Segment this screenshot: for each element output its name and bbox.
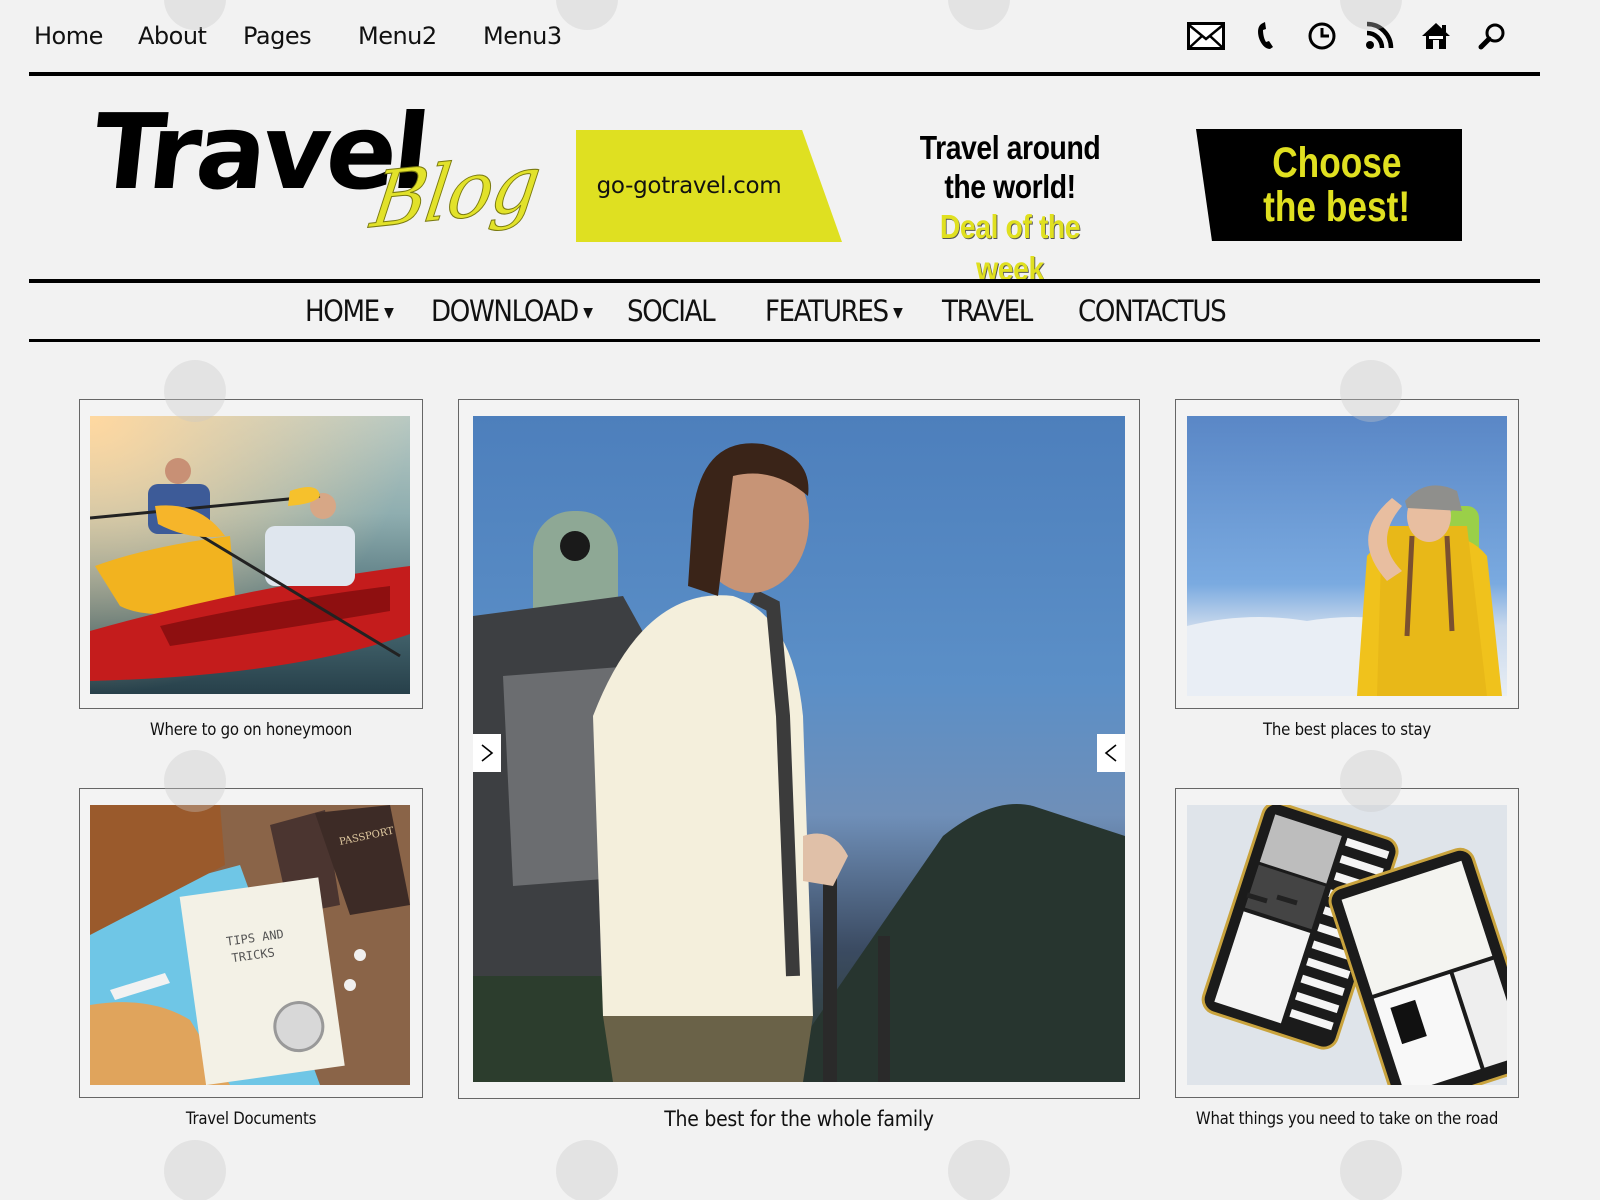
slider-next-button[interactable] xyxy=(473,734,501,772)
watermark-icon xyxy=(164,1140,226,1200)
main-nav-download-label: DOWNLOAD xyxy=(431,294,579,328)
main-nav-home-label: HOME xyxy=(305,294,380,328)
headline-line1: Travel around xyxy=(919,129,1101,166)
card-places-to-stay[interactable] xyxy=(1175,399,1519,709)
main-nav-social-label: SOCIAL xyxy=(627,294,716,328)
top-divider xyxy=(29,72,1540,76)
choose-line2: the best! xyxy=(1263,183,1411,231)
dropdown-caret-icon: ▼ xyxy=(893,305,903,321)
caption-places-to-stay[interactable]: The best places to stay xyxy=(1196,720,1499,740)
main-nav: HOME ▼ DOWNLOAD ▼ SOCIAL FEATURES ▼ TRAVEL … xyxy=(0,294,1600,334)
featured-slider[interactable] xyxy=(458,399,1140,1099)
watermark-icon xyxy=(556,0,618,30)
top-nav-pages[interactable]: Pages xyxy=(243,22,312,50)
site-logo[interactable]: Travel Blog xyxy=(88,91,545,270)
main-nav-contactus[interactable]: CONTACTUS xyxy=(1078,294,1227,328)
choose-best-badge[interactable]: Choose the best! xyxy=(1196,129,1462,241)
main-nav-social[interactable]: SOCIAL xyxy=(627,294,716,328)
suitcase-image xyxy=(1187,805,1507,1085)
main-nav-travel-label: TRAVEL xyxy=(942,294,1033,328)
top-nav-home[interactable]: Home xyxy=(34,22,103,50)
choose-line1: Choose xyxy=(1272,139,1402,187)
headline-line2: the world! xyxy=(944,168,1076,205)
caption-things-for-road[interactable]: What things you need to take on the road xyxy=(1196,1109,1499,1129)
mail-icon[interactable] xyxy=(1186,18,1226,54)
chevron-left-icon xyxy=(1104,744,1117,762)
phone-icon[interactable] xyxy=(1246,18,1286,54)
dropdown-caret-icon: ▼ xyxy=(583,305,593,321)
caption-featured[interactable]: The best for the whole family xyxy=(492,1107,1106,1131)
watermark-icon xyxy=(1340,1140,1402,1200)
card-honeymoon[interactable] xyxy=(79,399,423,709)
main-nav-travel[interactable]: TRAVEL xyxy=(942,294,1033,328)
watermark-icon xyxy=(948,1140,1010,1200)
search-icon[interactable] xyxy=(1472,18,1512,54)
url-badge[interactable]: go-gotravel.com xyxy=(576,130,842,242)
places-to-stay-image xyxy=(1187,416,1507,696)
home-icon[interactable] xyxy=(1416,18,1456,54)
card-things-for-road[interactable] xyxy=(1175,788,1519,1098)
caption-travel-documents[interactable]: Travel Documents xyxy=(100,1109,403,1129)
slider-prev-button[interactable] xyxy=(1097,734,1125,772)
caption-honeymoon[interactable]: Where to go on honeymoon xyxy=(100,720,403,740)
card-travel-documents[interactable]: TIPS AND TRICKS PASSPORT xyxy=(79,788,423,1098)
top-nav-about[interactable]: About xyxy=(138,22,207,50)
main-nav-download[interactable]: DOWNLOAD ▼ xyxy=(431,294,593,328)
main-nav-contactus-label: CONTACTUS xyxy=(1078,294,1227,328)
nav-top-divider xyxy=(29,279,1540,283)
nav-bottom-divider xyxy=(29,339,1540,342)
main-nav-features-label: FEATURES xyxy=(765,294,889,328)
main-nav-home[interactable]: HOME ▼ xyxy=(305,294,394,328)
url-text: go-gotravel.com xyxy=(596,173,782,199)
rss-icon[interactable] xyxy=(1359,18,1399,54)
watermark-icon xyxy=(556,1140,618,1200)
chevron-right-icon xyxy=(481,744,494,762)
logo-blog-text: Blog xyxy=(366,137,545,246)
top-nav-menu2[interactable]: Menu2 xyxy=(358,22,437,50)
travel-documents-image: TIPS AND TRICKS PASSPORT xyxy=(90,805,410,1085)
watermark-icon xyxy=(948,0,1010,30)
kayak-image xyxy=(90,416,410,694)
hiker-image xyxy=(473,416,1125,1082)
dropdown-caret-icon: ▼ xyxy=(384,305,394,321)
main-nav-features[interactable]: FEATURES ▼ xyxy=(765,294,903,328)
top-icon-bar xyxy=(1186,18,1526,54)
deal-of-week[interactable]: Deal of the week xyxy=(907,206,1113,290)
clock-icon[interactable] xyxy=(1302,18,1342,54)
deal-banner: Travel around the world! Deal of the wee… xyxy=(890,128,1130,290)
top-nav-menu3[interactable]: Menu3 xyxy=(483,22,562,50)
